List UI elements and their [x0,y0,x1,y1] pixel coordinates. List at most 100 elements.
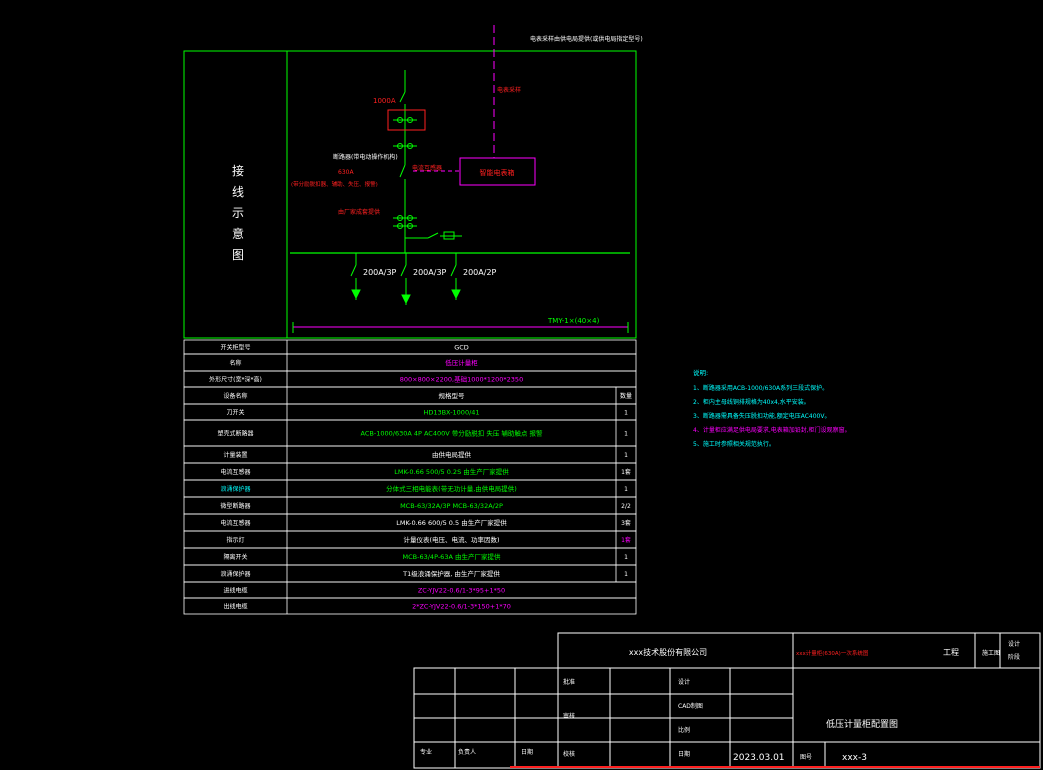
table-cell-value: LMK-0.66 600/5 0.5 由生产厂家提供 [396,518,507,527]
title-char: 图 [232,248,244,262]
table-cell-value: LMK-0.66 500/5 0.2S 由生产厂家提供 [394,467,509,476]
design2-label: 设计 [678,678,690,686]
table-cell-value: 由供电局提供 [432,450,472,459]
design-label: 设计 [1008,640,1020,648]
table-cell-label: 微型断路器 [220,502,250,510]
note-item: 5、施工时参照相关规范执行。 [693,440,775,448]
notes-block: 说明: 1、断路器采用ACB-1000/630A系列三段式保护。 2、柜内主母线… [693,368,851,448]
table-cell-label: 刀开关 [226,409,244,417]
branch-label: 200A/3P [363,268,397,277]
check-stage-label: 阶段 [1008,653,1020,661]
review-label: 审核 [563,712,575,720]
table-cell-value: 计量仪表(电压、电流、功率因数) [403,535,499,544]
left-title: 接 线 示 意 图 [232,163,244,262]
drawing-title: 低压计量柜配置图 [826,718,898,730]
table-cell-value: HD13BX-1000/41 [423,409,479,417]
title-char: 线 [232,185,244,199]
table-cell-qty: 1套 [621,536,631,544]
drawing-no-label: 图号 [800,754,812,761]
table-cell-value: 2*ZC-YJV22-0.6/1-3*150+1*70 [412,603,511,611]
table-row [183,353,637,372]
note-item: 2、柜内主母线铜排规格为40x4,水平安装。 [693,398,810,406]
table-cell-value: ACB-1000/630A 4P AC400V 带分励脱扣 失压 辅助触点 报警 [361,429,543,438]
title-char: 意 [232,226,244,241]
date-label: 日期 [678,750,690,758]
company-name: xxx技术股份有限公司 [629,647,707,657]
table-cell-qty: 1 [624,431,628,438]
table-cell-label: 隔离开关 [223,553,247,561]
table-cell-qty: 3套 [621,519,631,527]
table-row [183,581,637,599]
table-cell-qty: 1 [624,452,628,459]
cad-label: CAD制图 [678,702,703,710]
ct-label: 电流互感器 [412,164,442,172]
mccb-rating: 630A [338,169,354,176]
note-item: 3、断路器需具备失压脱扣功能,额定电压AC400V。 [693,412,830,420]
table-cell-label: 计量装置 [223,451,247,459]
table-cell-label: 开关柜型号 [220,344,250,352]
rev-label: 日期 [521,748,533,756]
table-cell-label: 设备名称 [223,392,247,400]
table-row [183,339,637,355]
table-cell-label: 电流互感器 [220,519,250,527]
scale-label: 比例 [678,726,690,734]
table-cell-qty: 1 [624,486,628,493]
table-row [183,597,637,615]
table-cell-label: 指示灯 [226,536,244,544]
table-row [183,403,637,421]
note-item: 1、断路器采用ACB-1000/630A系列三段式保护。 [693,384,828,392]
notes-title: 说明: [693,368,708,377]
table-cell-qty: 2/2 [621,503,631,510]
note-item: 4、计量柜应满足供电局要求,电表箱加铅封,柜门设观察窗。 [693,426,851,434]
table-cell-value: 分体式三相电能表(带无功计量,由供电局提供) [386,484,517,493]
table-cell-value: MCB-63/32A/3P MCB-63/32A/2P [400,502,503,510]
table-cell-value: MCB-63/4P-63A 由生产厂家提供 [403,552,501,561]
table-cell-value: ZC-YJV22-0.6/1-3*95+1*50 [418,587,505,595]
table-cell-value: 低压计量柜 [445,358,478,367]
equipment-table: 开关柜型号 GCD 名称 低压计量柜外形尺寸(宽*深*高) 800×800×2200,基… [183,339,637,615]
top-note: 电表采样由供电局提供(或供电局指定型号) [530,35,643,43]
check-label: 校核 [563,750,575,758]
table-cell-value: 800×800×2200,基础1000*1200*2350 [400,375,523,384]
mccb-note: (带分励脱扣器、辅助、失压、报警) [291,180,378,188]
table-cell-qty: 1套 [621,468,631,476]
table-cell-label: 浪涌保护器 [220,570,250,578]
table-row [183,386,637,405]
table-cell-value: GCD [454,344,469,352]
project-label: 工程 [943,648,959,657]
rev-label: 专业 [420,748,432,756]
table-cell-label: 外形尺寸(宽*深*高) [209,376,262,384]
branch-feeders [350,253,461,305]
table-cell-label: 电流互感器 [220,468,250,476]
branch-label: 200A/3P [413,268,447,277]
table-row [183,445,637,464]
table-cell-qty: 数量 [620,392,632,400]
table-cell-qty: 1 [624,571,628,578]
rev-label: 负责人 [458,748,476,756]
drawing-no: xxx-3 [842,753,867,763]
branch-label: 200A/2P [463,268,497,277]
table-cell-qty: 1 [624,410,628,417]
surge-branch [405,231,462,240]
title-char: 接 [232,163,244,178]
table-cell-value: 规格型号 [439,391,466,400]
title-char: 示 [232,206,244,220]
table-cell-label: 名称 [229,359,241,367]
date-value: 2023.03.01 [733,753,785,763]
drawing-canvas: 接 线 示 意 图 电表采样由供电局提供(或供电局指定型号) 电表采样 智能电表… [183,25,1041,769]
stage-label: 施工图 [982,649,1000,657]
current-1000-label: 1000A [373,97,396,105]
mccb-label: 断路器(带电动操作机构) [333,153,398,161]
table-cell-label: 浪涌保护器 [220,485,250,493]
table-cell-qty: 1 [624,554,628,561]
table-cell-value: T1级浪涌保护器, 由生产厂家提供 [402,569,500,578]
meter-line-label: 电表采样 [497,86,521,94]
table-cell-label: 塑壳式断路器 [217,430,253,438]
table-cell-label: 进线电缆 [223,587,247,595]
approve-label: 批准 [563,678,575,686]
surge-label: 由厂家成套提供 [338,208,380,216]
busbar-label: TMY-1×(40×4) [547,317,600,325]
project-ref: xxx计量柜(630A)一次系统图 [796,649,869,657]
meter-box-label: 智能电表箱 [480,168,515,177]
table-cell-label: 出线电缆 [223,603,247,611]
